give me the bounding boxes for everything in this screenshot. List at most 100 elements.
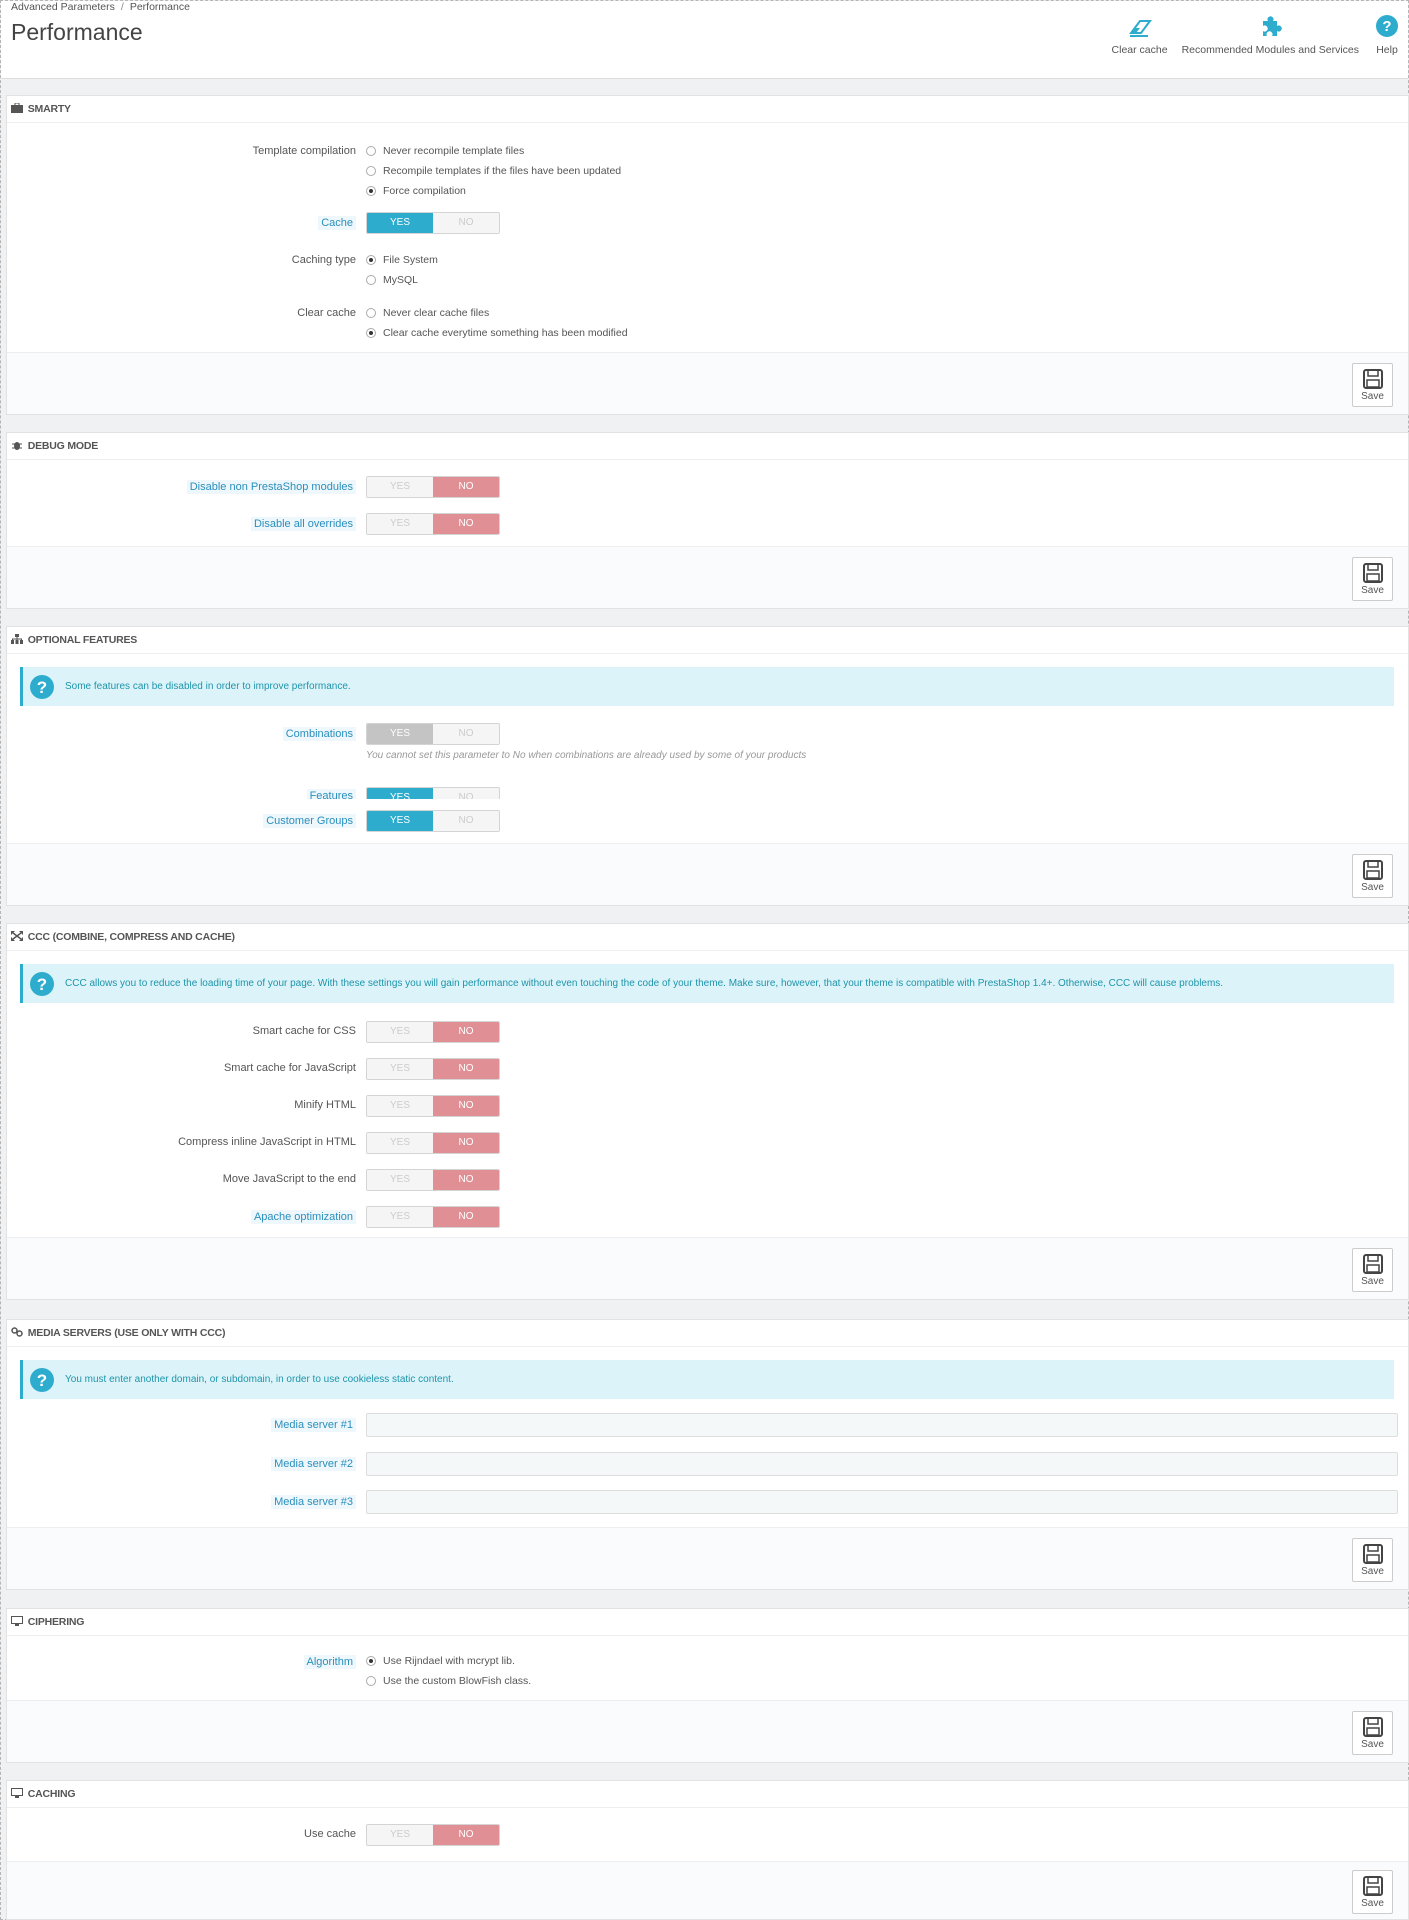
radio-rijndael[interactable]: Use Rijndael with mcrypt lib.: [366, 1651, 531, 1671]
switch-yes[interactable]: YES: [367, 213, 433, 233]
switch-yes[interactable]: YES: [367, 514, 433, 534]
radio-clear-everytime[interactable]: Clear cache everytime something has been…: [366, 323, 628, 343]
radio-button[interactable]: [366, 275, 376, 285]
optional-footer: Save: [7, 843, 1408, 905]
radio-button[interactable]: [366, 255, 376, 265]
switch-yes[interactable]: YES: [367, 1022, 433, 1042]
desktop-icon: [11, 1788, 23, 1798]
compress-inline-js-switch[interactable]: YES NO: [366, 1132, 500, 1154]
media-save-button[interactable]: Save: [1352, 1538, 1393, 1582]
caching-footer: Save: [7, 1861, 1408, 1919]
minify-html-switch[interactable]: YES NO: [366, 1095, 500, 1117]
clear-cache-label: Clear cache: [1111, 44, 1168, 56]
switch-yes[interactable]: YES: [367, 788, 433, 799]
desktop-icon: [11, 1616, 23, 1626]
smart-cache-css-switch[interactable]: YES NO: [366, 1021, 500, 1043]
radio-recompile-updated[interactable]: Recompile templates if the files have be…: [366, 161, 621, 181]
breadcrumb-separator: /: [120, 1, 124, 13]
caching-save-button[interactable]: Save: [1352, 1870, 1393, 1914]
switch-no[interactable]: NO: [433, 213, 499, 233]
switch-no[interactable]: NO: [433, 1207, 499, 1227]
debug-save-button[interactable]: Save: [1352, 557, 1393, 601]
caching-type-label: Caching type: [291, 254, 356, 266]
use-cache-switch[interactable]: YES NO: [366, 1824, 500, 1846]
move-js-end-switch[interactable]: YES NO: [366, 1169, 500, 1191]
media-server-label: Media server #2: [271, 1457, 356, 1471]
switch-yes[interactable]: YES: [367, 724, 433, 744]
switch-yes[interactable]: YES: [367, 811, 433, 831]
template-compilation-radios: Never recompile template files Recompile…: [366, 141, 621, 201]
help-button[interactable]: ? Help: [1366, 13, 1408, 56]
save-label: Save: [1361, 390, 1384, 402]
switch-yes[interactable]: YES: [367, 1170, 433, 1190]
switch-no[interactable]: NO: [433, 514, 499, 534]
apache-optimization-switch[interactable]: YES NO: [366, 1206, 500, 1228]
smart-cache-js-switch[interactable]: YES NO: [366, 1058, 500, 1080]
toolbar: Clear cache Recommended Modules and Serv…: [1105, 13, 1408, 56]
cache-label: Cache: [318, 216, 356, 230]
info-question-icon: ?: [30, 674, 54, 699]
radio-blowfish[interactable]: Use the custom BlowFish class.: [366, 1671, 531, 1691]
save-label: Save: [1361, 881, 1384, 893]
switch-no[interactable]: NO: [433, 724, 499, 744]
switch-yes[interactable]: YES: [367, 1096, 433, 1116]
radio-button[interactable]: [366, 328, 376, 338]
ciphering-save-button[interactable]: Save: [1352, 1711, 1393, 1755]
sitemap-icon: [11, 634, 23, 644]
switch-no[interactable]: NO: [433, 477, 499, 497]
recommended-modules-label: Recommended Modules and Services: [1181, 44, 1359, 56]
ccc-row-label: Apache optimization: [250, 1210, 356, 1224]
switch-no[interactable]: NO: [433, 1022, 499, 1042]
radio-file-system[interactable]: File System: [366, 250, 438, 270]
features-label: Features: [306, 789, 356, 799]
radio-mysql[interactable]: MySQL: [366, 270, 438, 290]
switch-no[interactable]: NO: [433, 1170, 499, 1190]
radio-label: File System: [383, 254, 438, 266]
media-server-1-input[interactable]: [366, 1413, 1398, 1437]
radio-never-recompile[interactable]: Never recompile template files: [366, 141, 621, 161]
combinations-switch[interactable]: YES NO: [366, 723, 500, 745]
smarty-save-button[interactable]: Save: [1352, 363, 1393, 407]
ccc-row-label: Smart cache for CSS: [252, 1025, 356, 1037]
media-server-3-input[interactable]: [366, 1490, 1398, 1514]
switch-yes[interactable]: YES: [367, 1825, 433, 1845]
switch-yes[interactable]: YES: [367, 477, 433, 497]
radio-button[interactable]: [366, 1676, 376, 1686]
save-icon: [1362, 368, 1383, 389]
radio-force-compilation[interactable]: Force compilation: [366, 181, 621, 201]
smarty-heading: SMARTY: [7, 96, 1408, 123]
media-server-2-input[interactable]: [366, 1452, 1398, 1476]
switch-yes[interactable]: YES: [367, 1059, 433, 1079]
clear-cache-button[interactable]: Clear cache: [1105, 13, 1175, 56]
switch-no[interactable]: NO: [433, 1825, 499, 1845]
switch-no[interactable]: NO: [433, 1133, 499, 1153]
breadcrumb-current: Performance: [129, 1, 190, 13]
optional-save-button[interactable]: Save: [1352, 854, 1393, 898]
customer-groups-switch[interactable]: YES NO: [366, 810, 500, 832]
eraser-icon: [1128, 20, 1152, 37]
radio-never-clear[interactable]: Never clear cache files: [366, 303, 628, 323]
help-label: Help: [1376, 44, 1398, 56]
switch-no[interactable]: NO: [433, 788, 499, 799]
switch-no[interactable]: NO: [433, 1059, 499, 1079]
cache-switch[interactable]: YES NO: [366, 212, 500, 234]
radio-button[interactable]: [366, 308, 376, 318]
disable-non-prestashop-switch[interactable]: YES NO: [366, 476, 500, 498]
radio-button[interactable]: [366, 1656, 376, 1666]
radio-button[interactable]: [366, 166, 376, 176]
ccc-row-label: Smart cache for JavaScript: [223, 1062, 356, 1074]
switch-yes[interactable]: YES: [367, 1207, 433, 1227]
save-icon: [1362, 1543, 1383, 1564]
save-icon: [1362, 1875, 1383, 1896]
features-switch[interactable]: YES NO: [366, 787, 500, 799]
switch-yes[interactable]: YES: [367, 1133, 433, 1153]
disable-overrides-switch[interactable]: YES NO: [366, 513, 500, 535]
radio-button[interactable]: [366, 146, 376, 156]
radio-button[interactable]: [366, 186, 376, 196]
switch-no[interactable]: NO: [433, 811, 499, 831]
ccc-save-button[interactable]: Save: [1352, 1248, 1393, 1292]
breadcrumb-parent[interactable]: Advanced Parameters: [11, 1, 115, 13]
recommended-modules-button[interactable]: Recommended Modules and Services: [1175, 13, 1366, 56]
switch-no[interactable]: NO: [433, 1096, 499, 1116]
ccc-title: CCC (COMBINE, COMPRESS AND CACHE): [27, 931, 235, 943]
